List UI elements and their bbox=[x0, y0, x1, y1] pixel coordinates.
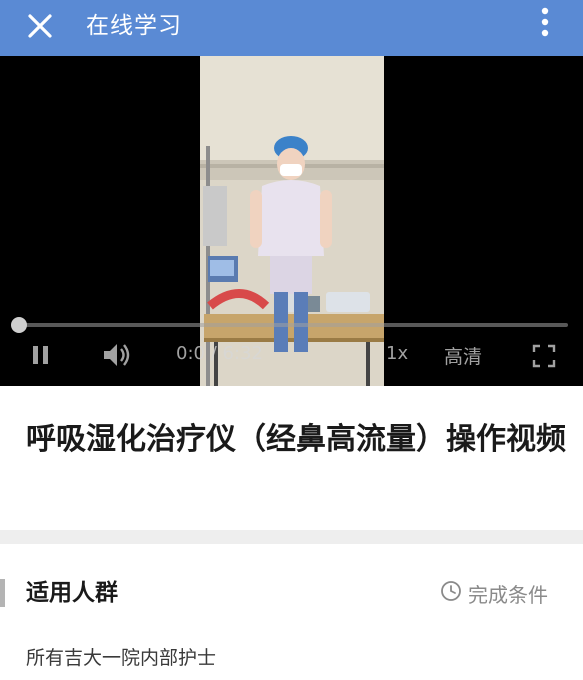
current-time: 0:0 bbox=[176, 343, 205, 364]
fullscreen-icon[interactable] bbox=[532, 344, 556, 368]
page-title: 在线学习 bbox=[86, 13, 182, 39]
section-title-audience: 适用人群 bbox=[26, 580, 118, 606]
section-divider bbox=[0, 530, 583, 544]
app-header: 在线学习 bbox=[0, 0, 583, 56]
time-display: 0:0 / 6:32 bbox=[176, 343, 263, 364]
speed-button[interactable]: 1x bbox=[386, 343, 408, 364]
clock-icon bbox=[440, 580, 462, 607]
duration: 6:32 bbox=[222, 343, 263, 364]
pause-icon[interactable] bbox=[28, 342, 54, 368]
audience-description: 所有吉大一院内部护士 bbox=[26, 647, 217, 669]
progress-track[interactable] bbox=[18, 323, 568, 327]
completion-condition-link[interactable]: 完成条件 bbox=[440, 578, 548, 608]
volume-icon[interactable] bbox=[100, 340, 134, 370]
quality-button[interactable]: 高清 bbox=[444, 342, 482, 369]
video-frame bbox=[200, 56, 384, 386]
course-title: 呼吸湿化治疗仪（经鼻高流量）操作视频 bbox=[26, 422, 566, 457]
completion-condition-label: 完成条件 bbox=[468, 582, 548, 607]
close-icon[interactable] bbox=[22, 8, 58, 44]
more-vertical-icon[interactable] bbox=[535, 2, 555, 46]
video-player[interactable]: 0:0 / 6:32 1x 高清 bbox=[0, 56, 583, 386]
section-marker bbox=[0, 579, 5, 607]
progress-handle[interactable] bbox=[11, 317, 27, 333]
